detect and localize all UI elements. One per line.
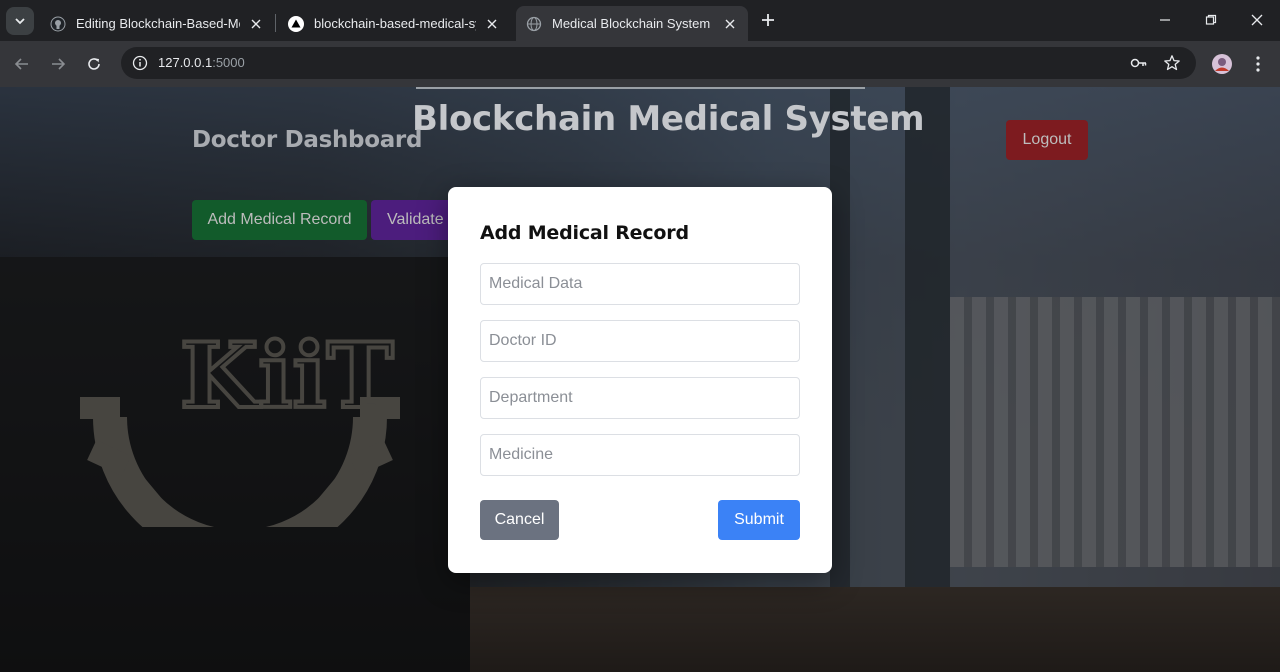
minimize-icon (1160, 19, 1170, 21)
arrow-left-icon (14, 58, 28, 70)
restore-button[interactable] (1188, 0, 1234, 40)
close-window-button[interactable] (1234, 0, 1280, 40)
url-port: :5000 (212, 55, 245, 70)
browser-toolbar: 127.0.0.1:5000 (0, 41, 1280, 87)
reload-icon (88, 58, 100, 70)
chevron-down-icon (15, 18, 25, 25)
tab-title: Editing Blockchain-Based-Medi (76, 16, 240, 31)
close-icon[interactable] (248, 16, 264, 32)
dashboard-heading: Doctor Dashboard (192, 127, 423, 153)
key-icon[interactable] (1129, 53, 1149, 73)
restore-icon (1205, 14, 1217, 25)
tab-search-button[interactable] (6, 7, 34, 35)
new-tab-button[interactable] (756, 8, 780, 32)
tab-strip: Editing Blockchain-Based-Medi blockchain… (0, 0, 1280, 41)
department-input[interactable] (480, 377, 800, 419)
more-vertical-icon (1256, 56, 1260, 72)
star-icon[interactable] (1162, 53, 1182, 73)
tab-title: Medical Blockchain System (552, 16, 711, 31)
vercel-icon (288, 15, 304, 32)
reload-button[interactable] (80, 50, 108, 78)
profile-avatar[interactable] (1210, 52, 1234, 76)
close-icon[interactable] (484, 16, 500, 32)
tab-medical-blockchain[interactable]: Medical Blockchain System (516, 6, 748, 41)
tab-vercel[interactable]: blockchain-based-medical-syste (278, 6, 510, 41)
back-button[interactable] (8, 50, 36, 78)
medicine-input[interactable] (480, 434, 800, 476)
url-host: 127.0.0.1 (158, 55, 213, 70)
tab-title: blockchain-based-medical-syste (314, 16, 476, 31)
github-icon (50, 16, 66, 32)
page-viewport: KiiT Blockchain Medical System Doctor Da… (0, 87, 1280, 672)
cancel-button[interactable]: Cancel (480, 500, 559, 540)
globe-icon (526, 16, 542, 32)
close-icon (1251, 14, 1263, 26)
menu-button[interactable] (1246, 52, 1270, 76)
page-title: Blockchain Medical System (412, 99, 925, 139)
address-bar[interactable]: 127.0.0.1:5000 (121, 47, 1196, 79)
add-record-modal: Add Medical Record Cancel Submit (448, 187, 832, 573)
arrow-right-icon (52, 58, 66, 70)
modal-title: Add Medical Record (480, 222, 689, 244)
forward-button[interactable] (44, 50, 72, 78)
minimize-button[interactable] (1142, 0, 1188, 40)
submit-button[interactable]: Submit (718, 500, 800, 540)
tab-separator (275, 14, 276, 32)
add-medical-record-button[interactable]: Add Medical Record (192, 200, 367, 240)
medical-data-input[interactable] (480, 263, 800, 305)
title-rule (416, 87, 865, 89)
logout-button[interactable]: Logout (1006, 120, 1088, 160)
info-icon[interactable] (131, 54, 149, 72)
doctor-id-input[interactable] (480, 320, 800, 362)
tab-editing[interactable]: Editing Blockchain-Based-Medi (40, 6, 274, 41)
close-icon[interactable] (722, 16, 738, 32)
url-text: 127.0.0.1:5000 (158, 55, 245, 70)
plus-icon (762, 14, 774, 26)
